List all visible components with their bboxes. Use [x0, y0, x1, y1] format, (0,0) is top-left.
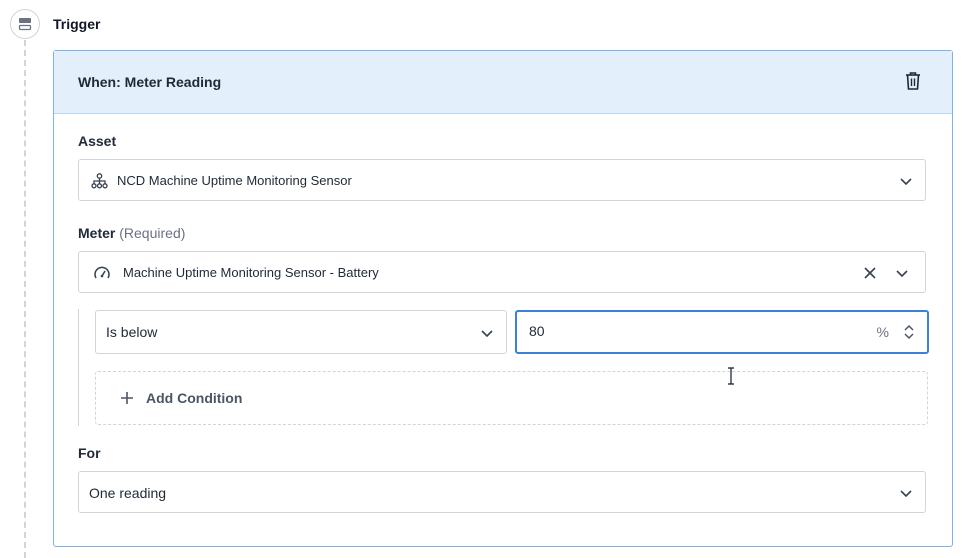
stepper-icon[interactable]	[903, 322, 915, 342]
close-icon[interactable]	[863, 266, 877, 280]
plus-icon	[121, 392, 133, 404]
hierarchy-icon	[91, 173, 108, 189]
threshold-input[interactable]	[527, 322, 851, 340]
trigger-label: Trigger	[53, 16, 101, 32]
operator-value: Is below	[106, 324, 158, 340]
chevron-down-icon[interactable]	[895, 266, 909, 280]
chevron-down-icon[interactable]	[899, 486, 913, 500]
for-select[interactable]: One reading	[78, 471, 926, 513]
add-condition-button[interactable]: Add Condition	[95, 371, 928, 425]
meter-label: Meter (Required)	[78, 225, 185, 241]
trigger-block-icon	[18, 18, 32, 31]
chevron-down-icon[interactable]	[899, 174, 913, 188]
meter-select[interactable]: Machine Uptime Monitoring Sensor - Batte…	[78, 251, 926, 293]
for-value: One reading	[89, 485, 167, 501]
operator-select[interactable]: Is below	[95, 310, 507, 354]
trigger-node	[10, 9, 40, 39]
asset-value: NCD Machine Uptime Monitoring Sensor	[117, 173, 352, 188]
asset-select[interactable]: NCD Machine Uptime Monitoring Sensor	[78, 159, 926, 201]
threshold-field[interactable]: %	[515, 310, 929, 354]
meter-reading-card: When: Meter Reading Asset NCD Machine Up…	[53, 50, 953, 547]
meter-required-text: (Required)	[119, 225, 186, 241]
add-condition-label: Add Condition	[146, 390, 243, 406]
chevron-down-icon[interactable]	[480, 326, 494, 340]
for-label: For	[78, 445, 101, 461]
card-header: When: Meter Reading	[54, 51, 952, 114]
meter-label-text: Meter	[78, 225, 116, 241]
unit-label: %	[876, 324, 889, 340]
card-title: When: Meter Reading	[78, 74, 222, 90]
trash-icon[interactable]	[904, 71, 922, 91]
meter-value: Machine Uptime Monitoring Sensor - Batte…	[123, 265, 379, 280]
asset-label: Asset	[78, 133, 117, 149]
condition-group-line	[78, 309, 79, 426]
gauge-icon	[94, 266, 110, 279]
workflow-rail	[24, 40, 26, 558]
